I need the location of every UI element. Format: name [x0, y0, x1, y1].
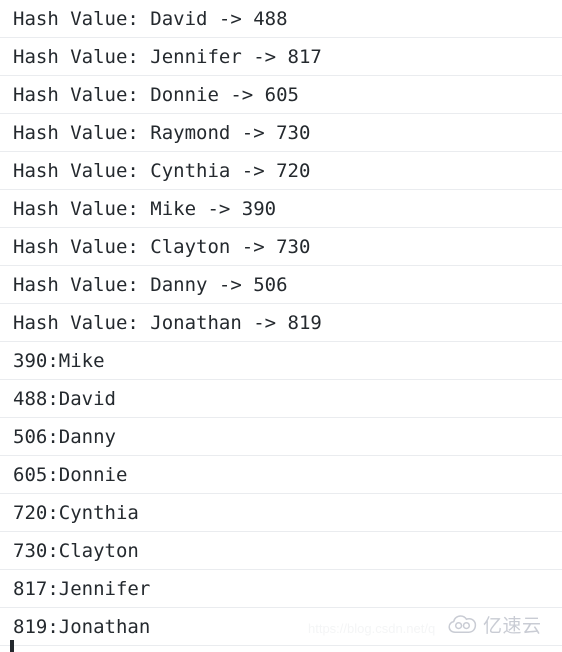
- console-line: Hash Value: David -> 488: [0, 0, 562, 38]
- console-line: 817:Jennifer: [0, 570, 562, 608]
- console-line: Hash Value: Cynthia -> 720: [0, 152, 562, 190]
- console-line: Hash Value: Clayton -> 730: [0, 228, 562, 266]
- console-line: Hash Value: Donnie -> 605: [0, 76, 562, 114]
- text-caret: [10, 640, 14, 652]
- console-line: 390:Mike: [0, 342, 562, 380]
- console-line: 720:Cynthia: [0, 494, 562, 532]
- console-line: Hash Value: Mike -> 390: [0, 190, 562, 228]
- console-line: Hash Value: Danny -> 506: [0, 266, 562, 304]
- console-output-panel[interactable]: Hash Value: David -> 488 Hash Value: Jen…: [0, 0, 562, 652]
- console-line: Hash Value: Jonathan -> 819: [0, 304, 562, 342]
- console-line: 506:Danny: [0, 418, 562, 456]
- console-line: 819:Jonathan: [0, 608, 562, 646]
- console-line: 488:David: [0, 380, 562, 418]
- console-line: Hash Value: Raymond -> 730: [0, 114, 562, 152]
- console-line: 605:Donnie: [0, 456, 562, 494]
- console-line: Hash Value: Jennifer -> 817: [0, 38, 562, 76]
- console-line: 730:Clayton: [0, 532, 562, 570]
